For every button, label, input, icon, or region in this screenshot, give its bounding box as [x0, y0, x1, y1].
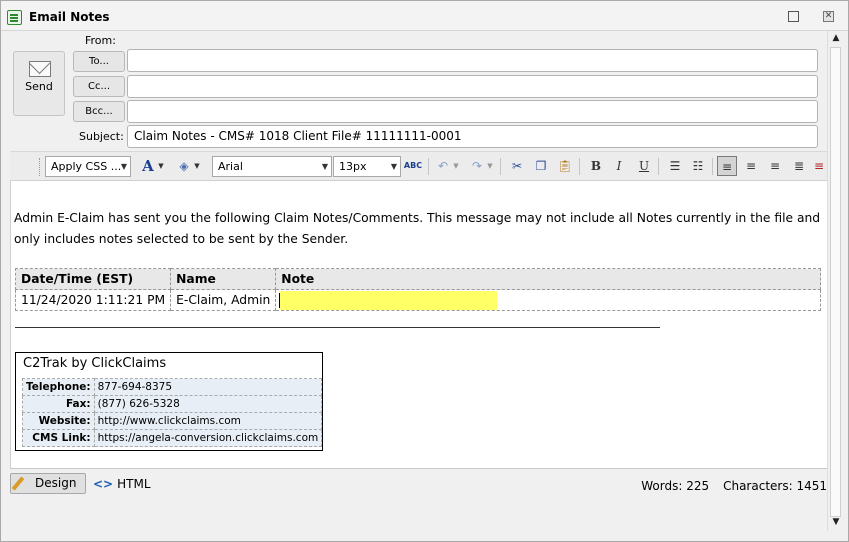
align-left-icon[interactable]: ≡: [717, 156, 737, 176]
justify-icon[interactable]: ≣: [789, 156, 809, 176]
design-mode-button[interactable]: Design: [10, 473, 86, 494]
notes-icon: [7, 10, 22, 25]
chevron-down-icon: ▼: [390, 162, 397, 171]
table-row: 11/24/2020 1:11:21 PM E-Claim, Admin: [14, 289, 821, 311]
toolbar-separator: [428, 158, 429, 175]
numbered-list-icon[interactable]: ☰: [665, 156, 685, 176]
redo-icon[interactable]: ↷: [467, 156, 487, 176]
font-size-dropdown[interactable]: 13px ▼: [333, 156, 401, 177]
cut-icon[interactable]: ✂: [507, 156, 527, 176]
send-button[interactable]: Send: [13, 51, 65, 116]
bold-icon[interactable]: B: [586, 156, 606, 176]
font-name-dropdown[interactable]: Arial ▼: [212, 156, 332, 177]
font-size-value: 13px: [339, 160, 367, 173]
chevron-down-icon: ▼: [321, 162, 328, 171]
column-header-note: Note: [275, 268, 821, 290]
editor-status-bar: Design <> HTML Words: 225 Characters: 1451: [10, 468, 827, 498]
fax-label: Fax:: [22, 395, 95, 413]
font-color-icon[interactable]: A: [138, 156, 158, 176]
title-bar: Email Notes ✕: [1, 1, 848, 31]
html-mode-button[interactable]: <> HTML: [93, 477, 151, 491]
highlight-color-icon[interactable]: ◈: [174, 156, 194, 176]
apply-css-label: Apply CSS ...: [51, 160, 122, 173]
divider-line: [15, 327, 660, 328]
website-label: Website:: [22, 412, 95, 430]
spellcheck-icon[interactable]: ABC: [403, 156, 423, 176]
scroll-up-icon[interactable]: ▲: [828, 31, 844, 45]
column-header-name: Name: [170, 268, 277, 290]
telephone-label: Telephone:: [22, 378, 95, 396]
from-label: From:: [85, 34, 116, 47]
toolbar-separator: [500, 158, 501, 175]
html-label: HTML: [117, 477, 151, 491]
align-right-icon[interactable]: ≡: [765, 156, 785, 176]
subject-label: Subject:: [79, 130, 124, 143]
cms-link-label: CMS Link:: [22, 429, 95, 447]
email-notes-window: Email Notes ✕ Send From: To... Cc... Bcc…: [0, 0, 849, 542]
maximize-button[interactable]: [788, 11, 799, 22]
cell-name[interactable]: E-Claim, Admin: [170, 289, 277, 311]
notes-table: Date/Time (EST) Name Note 11/24/2020 1:1…: [14, 268, 821, 311]
paste-icon[interactable]: 📋︎: [555, 156, 575, 176]
window-title: Email Notes: [29, 10, 110, 24]
pencil-icon: [11, 476, 25, 491]
cc-button[interactable]: Cc...: [73, 76, 125, 97]
email-body-editor[interactable]: Admin E-Claim has sent you the following…: [10, 181, 827, 468]
scrollbar-thumb[interactable]: [830, 47, 841, 517]
vertical-scrollbar[interactable]: ▲ ▼: [827, 31, 843, 531]
to-button[interactable]: To...: [73, 51, 125, 72]
bullet-list-icon[interactable]: ☷: [688, 156, 708, 176]
bcc-button[interactable]: Bcc...: [73, 101, 125, 122]
underline-icon[interactable]: U: [634, 156, 654, 176]
chevron-down-icon[interactable]: ▼: [451, 156, 461, 176]
toolbar-separator: [658, 158, 659, 175]
cms-link-value: https://angela-conversion.clickclaims.co…: [93, 429, 323, 447]
fax-value: (877) 626-5328: [93, 395, 323, 413]
signature-row-fax: Fax: (877) 626-5328: [22, 395, 323, 413]
align-center-icon[interactable]: ≡: [741, 156, 761, 176]
send-label: Send: [25, 80, 53, 93]
signature-block: C2Trak by ClickClaims Telephone: 877-694…: [15, 352, 323, 451]
close-button[interactable]: ✕: [823, 11, 834, 22]
envelope-icon: [29, 61, 51, 77]
cc-field[interactable]: [127, 75, 818, 98]
apply-css-dropdown[interactable]: Apply CSS ... ▼: [45, 156, 131, 177]
signature-table: Telephone: 877-694-8375 Fax: (877) 626-5…: [22, 378, 323, 447]
cell-note[interactable]: [275, 289, 821, 311]
toolbar-separator: [579, 158, 580, 175]
signature-row-telephone: Telephone: 877-694-8375: [22, 378, 323, 396]
chevron-down-icon[interactable]: ▼: [485, 156, 495, 176]
signature-title: C2Trak by ClickClaims: [23, 356, 167, 371]
column-header-datetime: Date/Time (EST): [14, 268, 172, 290]
character-count: Characters: 1451: [723, 479, 827, 493]
code-icon: <>: [93, 477, 114, 491]
word-count: Words: 225: [641, 479, 710, 493]
more-tools-icon[interactable]: ≡: [811, 156, 827, 176]
word-character-count: Words: 225 Characters: 1451: [627, 479, 827, 493]
note-highlight: [279, 290, 498, 310]
chevron-down-icon[interactable]: ▼: [156, 156, 166, 176]
toolbar-grip[interactable]: [39, 158, 42, 176]
chevron-down-icon[interactable]: ▼: [192, 156, 202, 176]
copy-icon[interactable]: ❐: [531, 156, 551, 176]
to-field[interactable]: [127, 49, 818, 72]
design-label: Design: [35, 476, 77, 490]
telephone-value: 877-694-8375: [93, 378, 323, 396]
signature-row-website: Website: http://www.clickclaims.com: [22, 412, 323, 430]
bcc-field[interactable]: [127, 100, 818, 123]
scroll-down-icon[interactable]: ▼: [828, 515, 844, 529]
subject-field[interactable]: Claim Notes - CMS# 1018 Client File# 111…: [127, 125, 818, 148]
undo-icon[interactable]: ↶: [433, 156, 453, 176]
italic-icon[interactable]: I: [609, 156, 629, 176]
toolbar-separator: [712, 158, 713, 175]
editor-toolbar: Apply CSS ... ▼ A ▼ ◈ ▼ Arial ▼ 13px ▼ A…: [10, 151, 827, 181]
cell-datetime[interactable]: 11/24/2020 1:11:21 PM: [14, 289, 172, 311]
intro-text: Admin E-Claim has sent you the following…: [14, 211, 821, 246]
font-name-value: Arial: [218, 160, 243, 173]
signature-row-cms-link: CMS Link: https://angela-conversion.clic…: [22, 429, 323, 447]
website-value: http://www.clickclaims.com: [93, 412, 323, 430]
chevron-down-icon: ▼: [120, 162, 127, 171]
